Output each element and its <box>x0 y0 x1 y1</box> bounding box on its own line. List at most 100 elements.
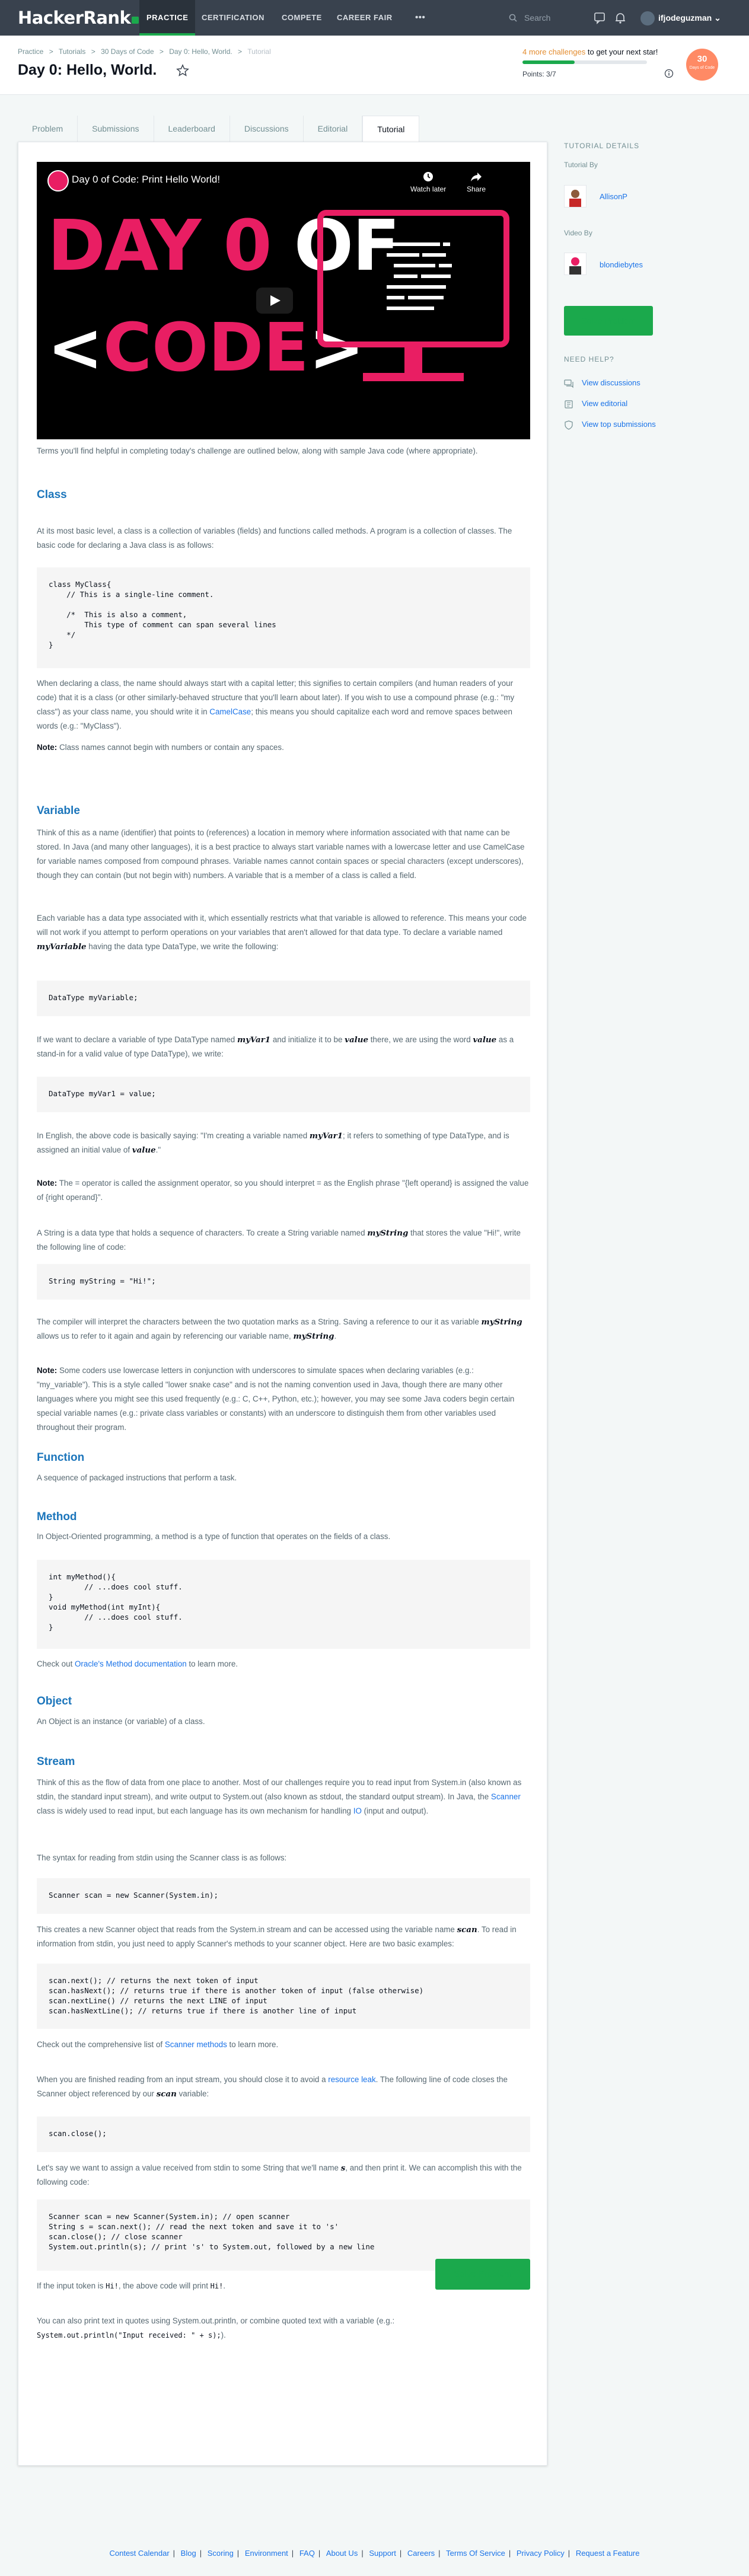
view-editorial-link[interactable]: View editorial <box>564 398 627 409</box>
stream-code-3: scan.close(); <box>37 2117 530 2152</box>
stream-text-6a: Let's say we want to assign a value rece… <box>37 2163 341 2172</box>
inline-code-println: System.out.println("Input received: " + … <box>37 2331 221 2339</box>
sidebar-solve-problem-button[interactable]: Solve Problem <box>564 306 653 336</box>
footer-links: Contest Calendar | Blog | Scoring | Environ… <box>109 2549 640 2558</box>
nav-more-menu[interactable]: ••• <box>415 0 425 36</box>
logo-square-icon <box>132 17 139 24</box>
avatar <box>640 11 655 26</box>
user-menu[interactable]: ifjodeguzman ⌄ <box>640 11 721 26</box>
footer-privacy[interactable]: Privacy Policy <box>517 2549 565 2558</box>
tab-submissions[interactable]: Submissions <box>78 116 154 142</box>
object-text: An Object is an instance (or variable) o… <box>37 1717 205 1726</box>
thumbnail-lt: < <box>47 309 103 387</box>
challenge-tabs: Problem Submissions Leaderboard Discussi… <box>18 116 420 142</box>
view-top-submissions-link[interactable]: View top submissions <box>564 419 656 430</box>
footer-request-feature[interactable]: Request a Feature <box>576 2549 640 2558</box>
video-title[interactable]: Day 0 of Code: Print Hello World! <box>72 174 220 186</box>
messages-icon[interactable] <box>593 11 606 24</box>
footer-environment[interactable]: Environment <box>245 2549 288 2558</box>
tutorial-card: Day 0 of Code: Print Hello World! Watch … <box>18 142 547 2466</box>
play-button[interactable] <box>256 288 293 314</box>
author-link[interactable]: AllisonP <box>600 192 627 201</box>
variable-text-3b: and initialize it to be <box>270 1035 345 1044</box>
scanner-link[interactable]: Scanner <box>491 1792 521 1801</box>
footer-blog[interactable]: Blog <box>181 2549 196 2558</box>
nav-career-fair[interactable]: CAREER FAIR <box>337 0 393 36</box>
variable-code-2: DataType myVar1 = value; <box>37 1077 530 1112</box>
footer-careers[interactable]: Careers <box>407 2549 435 2558</box>
bookmark-star-icon[interactable] <box>176 64 189 77</box>
method-text: In Object-Oriented programming, a method… <box>37 1532 391 1541</box>
intro-text: Terms you'll find helpful in completing … <box>37 446 478 455</box>
math-myvar1: myVar1 <box>309 1131 343 1141</box>
stream-text-1: Think of this as the flow of data from o… <box>37 1776 529 1818</box>
footer-terms[interactable]: Terms Of Service <box>446 2549 505 2558</box>
method-code-block: int myMethod(){ // ...does cool stuff. }… <box>37 1560 530 1649</box>
breadcrumb-tutorials[interactable]: Tutorials <box>59 47 86 56</box>
oracle-method-docs-link[interactable]: Oracle's Method documentation <box>75 1659 187 1668</box>
footer-about-us[interactable]: About Us <box>326 2549 358 2558</box>
footer-support[interactable]: Support <box>369 2549 396 2558</box>
breadcrumb-separator: > <box>91 47 95 56</box>
tab-editorial[interactable]: Editorial <box>304 116 363 142</box>
breadcrumb-day0[interactable]: Day 0: Hello, World. <box>169 47 232 56</box>
camelcase-link[interactable]: CamelCase <box>209 707 251 716</box>
view-editorial-label: View editorial <box>582 399 628 408</box>
channel-avatar[interactable] <box>47 170 69 191</box>
breadcrumb-separator: > <box>159 47 164 56</box>
solve-problem-button[interactable]: Solve Problem <box>435 2259 530 2290</box>
resource-leak-link[interactable]: resource leak <box>328 2075 375 2084</box>
tab-tutorial[interactable]: Tutorial <box>362 116 420 142</box>
class-text-2: When declaring a class, the name should … <box>37 676 529 733</box>
io-link[interactable]: IO <box>353 1806 362 1815</box>
heading-method: Method <box>37 1511 77 1523</box>
stream-text-4b: to learn more. <box>227 2040 279 2049</box>
stream-text-2: The syntax for reading from stdin using … <box>37 1853 287 1862</box>
variable-text-2: Each variable has a data type associated… <box>37 911 529 954</box>
math-value: value <box>473 1035 497 1045</box>
stream-text-7a: If the input token is <box>37 2281 106 2290</box>
video-player[interactable]: Day 0 of Code: Print Hello World! Watch … <box>37 162 530 439</box>
nav-practice[interactable]: PRACTICE <box>139 0 196 36</box>
view-top-submissions-label: View top submissions <box>582 420 656 429</box>
watch-later-button[interactable]: Watch later <box>410 170 446 193</box>
info-icon[interactable] <box>664 69 674 78</box>
30-days-badge[interactable]: 30 Days of Code <box>686 49 718 81</box>
hackerrank-logo[interactable]: HackerRank <box>18 8 139 28</box>
tab-problem[interactable]: Problem <box>18 116 78 142</box>
math-mystring: myString <box>293 1332 334 1341</box>
stream-text-1c: (input and output). <box>361 1806 429 1815</box>
notifications-bell-icon[interactable] <box>614 11 627 24</box>
footer-scoring[interactable]: Scoring <box>208 2549 234 2558</box>
nav-compete[interactable]: COMPETE <box>282 0 322 36</box>
challenges-link[interactable]: 4 more challenges <box>522 47 585 56</box>
video-author-link[interactable]: blondiebytes <box>600 260 643 269</box>
video-author-avatar[interactable] <box>564 253 587 275</box>
scanner-methods-link[interactable]: Scanner methods <box>165 2040 227 2049</box>
breadcrumb-practice[interactable]: Practice <box>18 47 43 56</box>
view-discussions-link[interactable]: View discussions <box>564 378 640 388</box>
nav-certification[interactable]: CERTIFICATION <box>202 0 264 36</box>
username: ifjodeguzman <box>658 13 712 23</box>
badge-label: Days of Code <box>689 66 715 70</box>
footer-faq[interactable]: FAQ <box>299 2549 315 2558</box>
breadcrumb-30-days[interactable]: 30 Days of Code <box>101 47 154 56</box>
heading-variable: Variable <box>37 805 80 817</box>
footer-contest-calendar[interactable]: Contest Calendar <box>109 2549 169 2558</box>
tab-leaderboard[interactable]: Leaderboard <box>154 116 230 142</box>
page-title: Day 0: Hello, World. <box>18 62 157 78</box>
points-text: Points: 3/7 <box>522 70 556 78</box>
search-input[interactable]: Search <box>509 9 592 26</box>
stream-code-2: scan.next(); // returns the next token o… <box>37 1964 530 2029</box>
heading-stream: Stream <box>37 1755 75 1768</box>
stream-text-8b: ). <box>221 2331 226 2339</box>
variable-text-6a: The compiler will interpret the characte… <box>37 1317 482 1326</box>
tab-discussions[interactable]: Discussions <box>230 116 304 142</box>
author-avatar[interactable] <box>564 185 587 208</box>
heading-function: Function <box>37 1451 85 1464</box>
tutorial-by-label: Tutorial By <box>564 161 598 169</box>
variable-text-4: In English, the above code is basically … <box>37 1129 529 1157</box>
share-button[interactable]: Share <box>467 170 486 193</box>
stream-text-7b: , the above code will print <box>118 2281 211 2290</box>
shield-icon <box>565 420 573 430</box>
